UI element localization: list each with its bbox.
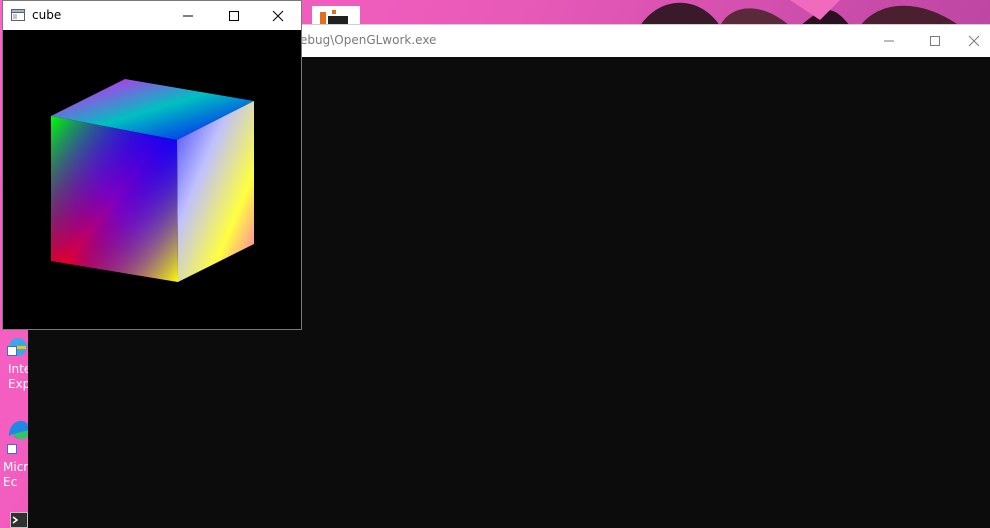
console-maximize-button[interactable]: [912, 25, 958, 57]
console-minimize-button[interactable]: [866, 25, 912, 57]
shortcut-arrow-icon: [7, 346, 17, 356]
cube-maximize-button[interactable]: [211, 1, 257, 30]
minimize-icon: [183, 15, 193, 16]
cube-titlebar[interactable]: cube: [3, 1, 301, 30]
cube-front-face-overlay: [51, 116, 178, 282]
edge-icon: [7, 412, 29, 440]
console-close-button[interactable]: [958, 25, 990, 57]
cube-close-button[interactable]: [255, 1, 301, 30]
desktop-icon-label: Micr Ec: [3, 460, 29, 489]
pinned-app-icon[interactable]: [312, 6, 360, 26]
shortcut-arrow-icon: [7, 444, 17, 454]
cube-minimize-button[interactable]: [165, 1, 211, 30]
opengl-cube-canvas[interactable]: [3, 30, 301, 329]
minimize-icon: [884, 40, 894, 42]
window-app-icon: [11, 9, 25, 21]
terminal-icon: [10, 512, 28, 528]
close-icon: [968, 35, 980, 47]
cube-window[interactable]: cube: [2, 0, 302, 330]
close-icon: [272, 10, 284, 21]
maximize-icon: [229, 10, 239, 21]
app-logo-icon: [320, 10, 348, 26]
cube-window-title: cube: [32, 8, 62, 22]
console-window-title: ebug\OpenGLwork.exe: [300, 33, 437, 47]
maximize-icon: [930, 36, 940, 46]
